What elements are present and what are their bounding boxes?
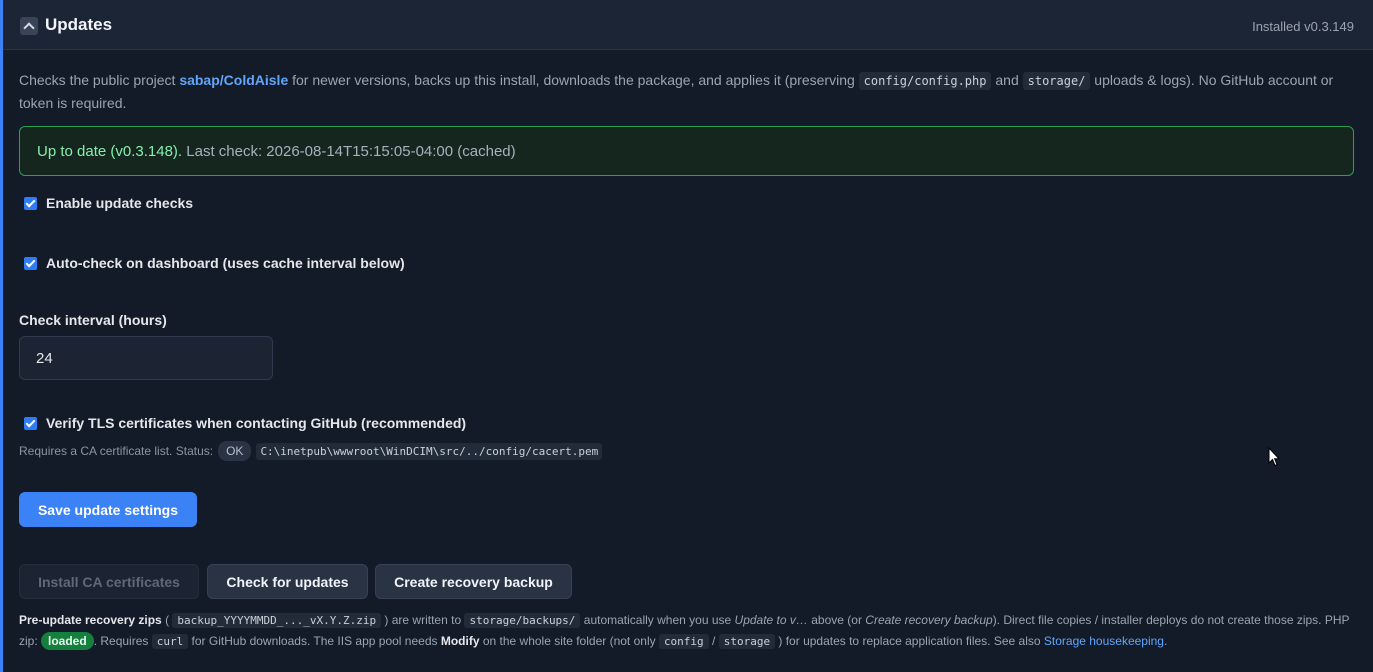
footer-part: on the whole site folder (not only (479, 634, 659, 648)
config-code: config (658, 634, 709, 649)
verify-tls-checkbox[interactable] (24, 416, 37, 430)
footer-bold: Modify (440, 634, 480, 648)
backups-path-code: storage/backups/ (464, 613, 581, 628)
footer-part: automatically when you use (580, 613, 735, 627)
intro-text: Checks the public project sabap/ColdAisl… (19, 69, 1359, 114)
chevron-up-icon[interactable] (20, 17, 38, 35)
zip-status-badge: loaded (41, 632, 94, 650)
panel-title: Updates (45, 15, 113, 34)
config-path-code: config/config.php (858, 72, 992, 90)
footer-part: for GitHub downloads. The IIS app pool n… (188, 634, 441, 648)
tls-status-badge: OK (218, 441, 252, 461)
check-updates-button[interactable]: Check for updates (207, 564, 368, 599)
footer-bold: Pre-update recovery zips (19, 613, 162, 627)
enable-checks-label: Enable update checks (46, 195, 194, 211)
storage-path-code: storage/ (1022, 72, 1091, 90)
footer-part: above (or (807, 613, 866, 627)
auto-check-checkbox[interactable] (24, 256, 37, 270)
footer-part: ) for updates to replace application fil… (775, 634, 1044, 648)
curl-code: curl (151, 634, 189, 649)
auto-check-row[interactable]: Auto-check on dashboard (uses cache inte… (24, 255, 405, 271)
interval-input[interactable] (19, 336, 273, 380)
intro-part: and (991, 72, 1023, 88)
panel-header[interactable]: Updates Installed v0.3.149 (3, 0, 1373, 50)
create-recovery-backup-button[interactable]: Create recovery backup (375, 564, 572, 599)
footer-part: . Requires (93, 634, 152, 648)
repo-link[interactable]: sabap/ColdAisle (179, 72, 288, 88)
footer-em: Update to v… (734, 613, 808, 627)
footer-note: Pre-update recovery zips ( backup_YYYYMM… (19, 610, 1364, 652)
footer-part: . (1163, 634, 1168, 648)
tls-cert-path: C:\inetpub\wwwroot\WinDCIM\src/../config… (256, 442, 603, 460)
installed-version: Installed v0.3.149 (1252, 19, 1354, 34)
auto-check-label: Auto-check on dashboard (uses cache inte… (46, 255, 405, 271)
status-ok-text: Up to date (v0.3.148). (37, 143, 183, 160)
footer-part: / (708, 634, 719, 648)
footer-part: ( (161, 613, 173, 627)
footer-em: Create recovery backup (865, 613, 993, 627)
install-ca-button[interactable]: Install CA certificates (19, 564, 199, 599)
tls-note: Requires a CA certificate list. Status: … (19, 441, 603, 461)
verify-tls-row[interactable]: Verify TLS certificates when contacting … (24, 415, 466, 431)
zip-name-code: backup_YYYYMMDD_..._vX.Y.Z.zip (172, 613, 382, 628)
tls-note-prefix: Requires a CA certificate list. Status: (19, 444, 214, 458)
status-alert: Up to date (v0.3.148). Last check: 2026-… (19, 126, 1354, 176)
status-last-check: Last check: 2026-08-14T15:15:05-04:00 (c… (182, 143, 516, 160)
updates-panel: Updates Installed v0.3.149 Checks the pu… (0, 0, 1373, 672)
enable-checks-row[interactable]: Enable update checks (24, 195, 193, 211)
interval-label: Check interval (hours) (19, 312, 167, 328)
save-settings-button[interactable]: Save update settings (19, 492, 197, 527)
enable-checks-checkbox[interactable] (24, 196, 37, 210)
storage-housekeeping-link[interactable]: Storage housekeeping (1044, 634, 1164, 648)
intro-part: Checks the public project (19, 72, 180, 88)
footer-part: ) are written to (381, 613, 465, 627)
verify-tls-label: Verify TLS certificates when contacting … (46, 415, 467, 431)
intro-part: for newer versions, backs up this instal… (288, 72, 859, 88)
storage-code: storage (718, 634, 776, 649)
